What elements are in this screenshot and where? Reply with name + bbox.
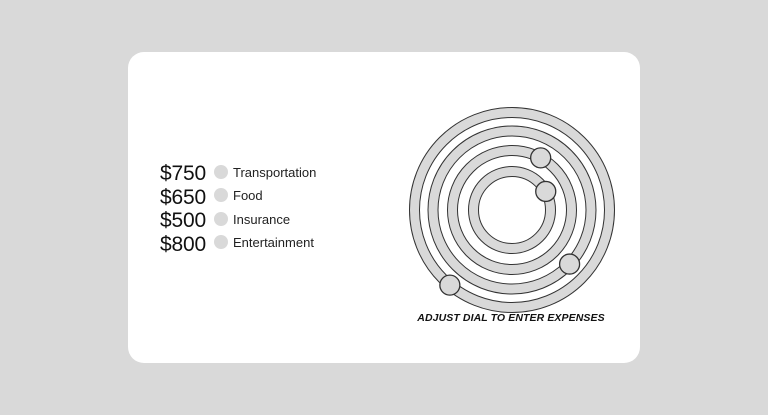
expense-label: Transportation <box>233 164 317 180</box>
expense-row-food: $650 Food <box>160 186 350 210</box>
dial-caption: ADJUST DIAL TO ENTER EXPENSES <box>417 312 605 324</box>
dial-knob-insurance[interactable] <box>530 147 552 169</box>
dial-ring-track[interactable] <box>469 167 555 253</box>
dial-knob-transportation[interactable] <box>439 274 461 296</box>
expense-amount: $750 <box>160 162 206 186</box>
expense-label: Entertainment <box>233 235 314 251</box>
expense-amount: $650 <box>160 185 206 209</box>
legend-dot-icon <box>214 235 228 250</box>
legend-dot-icon <box>214 211 228 226</box>
expense-row-transportation: $750 Transportation <box>160 162 350 186</box>
expense-dial[interactable] <box>409 107 615 313</box>
expense-amount: $500 <box>160 209 206 233</box>
expense-amount: $800 <box>160 232 206 256</box>
expense-label: Insurance <box>233 211 291 227</box>
expense-list: $750 Transportation $650 Food $500 Insur… <box>160 162 350 256</box>
expense-card: $750 Transportation $650 Food $500 Insur… <box>128 52 640 363</box>
expense-row-insurance: $500 Insurance <box>160 209 350 233</box>
dial-knob-food[interactable] <box>558 253 581 275</box>
legend-dot-icon <box>214 188 228 203</box>
expense-row-entertainment: $800 Entertainment <box>160 233 350 257</box>
expense-label: Food <box>233 188 263 204</box>
dial-knob-entertainment[interactable] <box>535 180 557 203</box>
legend-dot-icon <box>214 164 228 179</box>
